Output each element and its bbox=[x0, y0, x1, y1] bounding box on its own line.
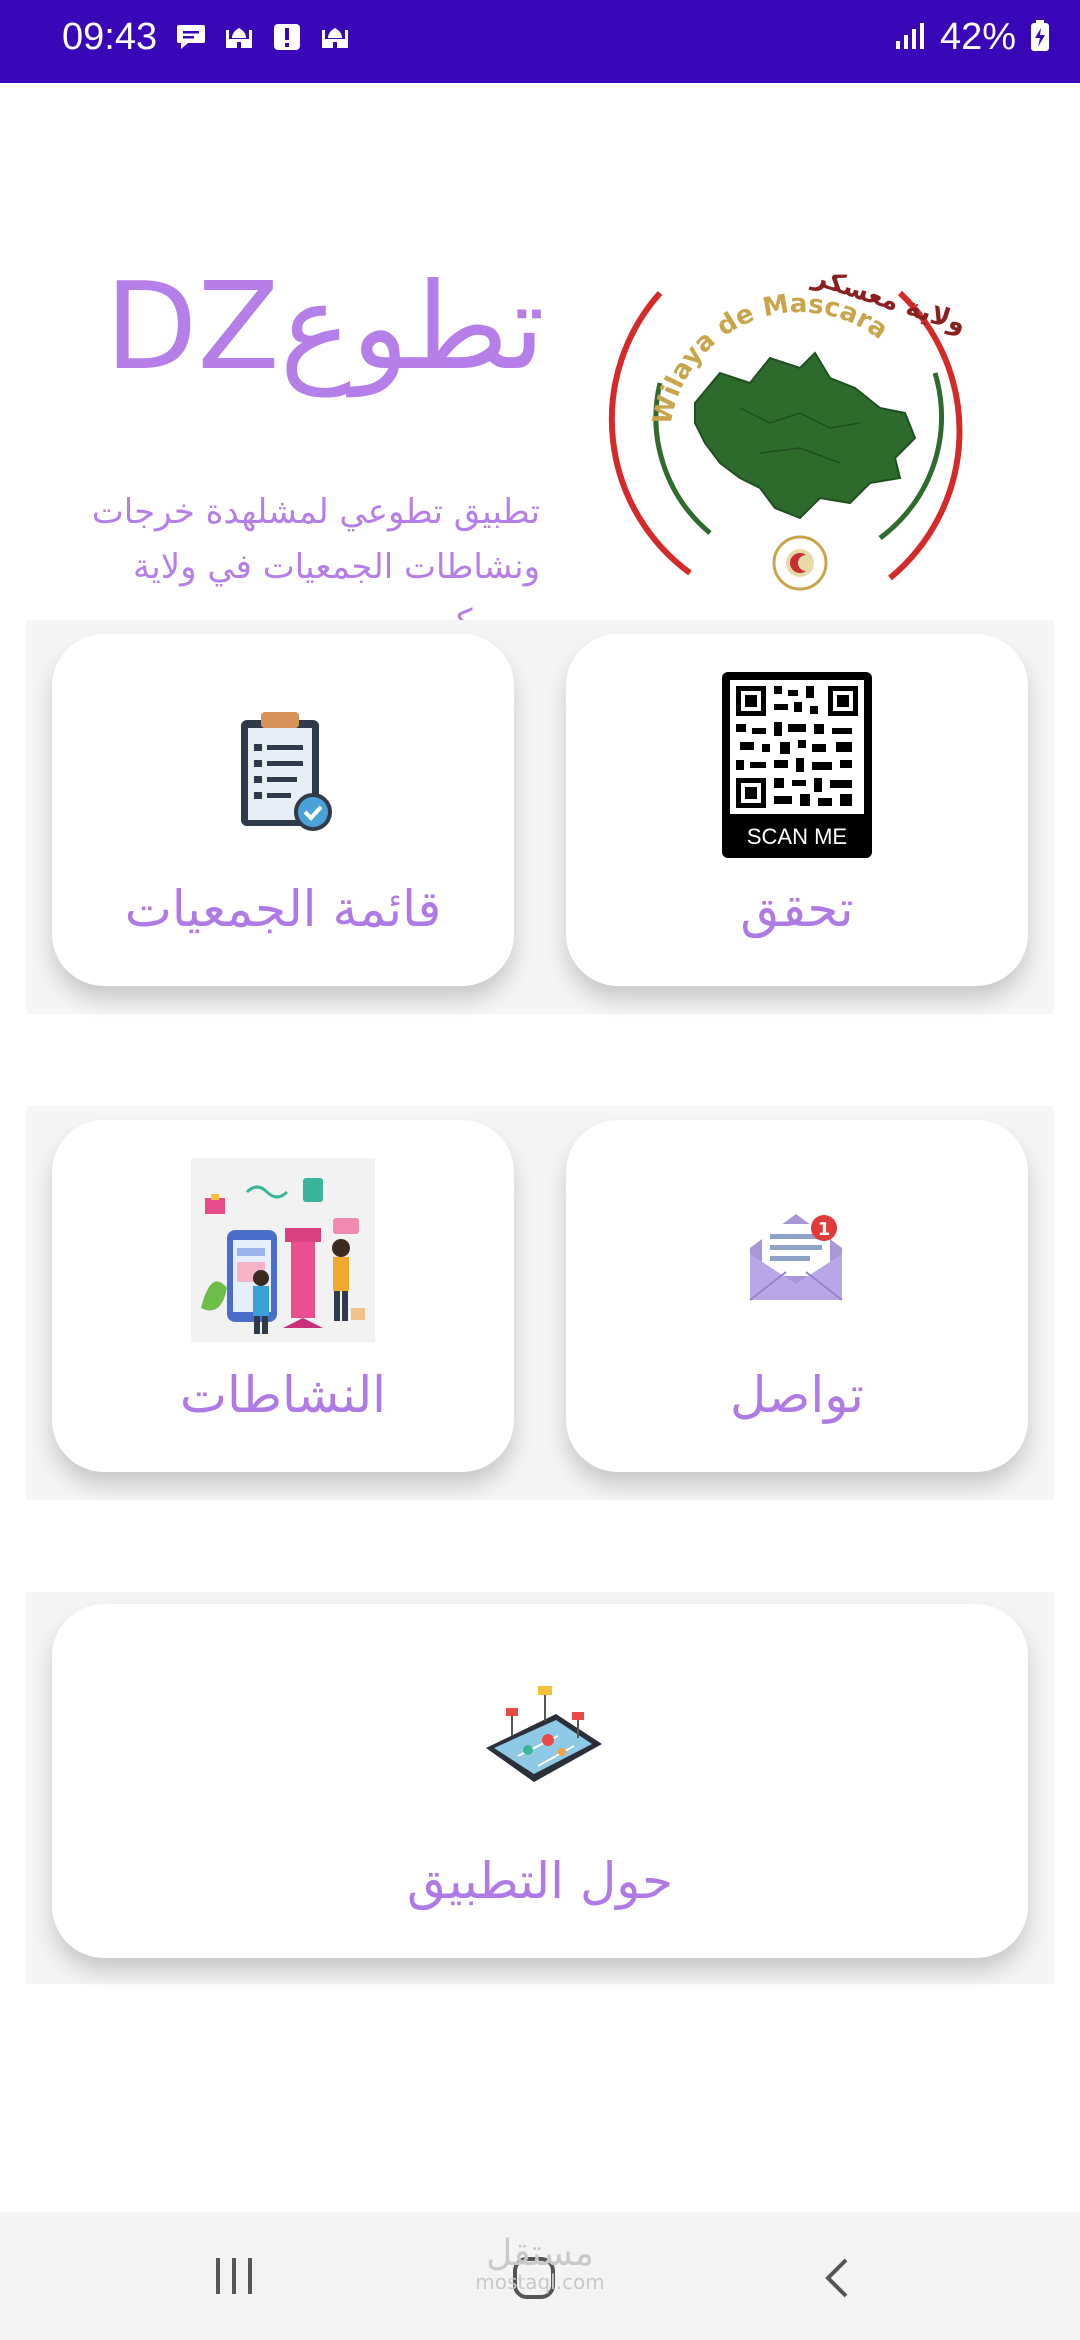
qr-code-icon: SCAN ME bbox=[722, 672, 872, 862]
activities-card[interactable]: النشاطات bbox=[52, 1120, 514, 1472]
verify-label: تحقق bbox=[740, 880, 854, 938]
app-title-arabic: تطوع bbox=[279, 258, 545, 397]
back-icon[interactable] bbox=[822, 2256, 852, 2304]
status-bar: 09:43 42% bbox=[0, 0, 1080, 83]
signal-icon bbox=[894, 21, 926, 55]
about-card[interactable]: حول التطبيق bbox=[52, 1604, 1028, 1958]
verify-card[interactable]: SCAN ME تحقق bbox=[566, 634, 1028, 986]
watermark-sub: mostaql.com bbox=[475, 2270, 605, 2294]
watermark-text: مستقل bbox=[486, 2233, 594, 2274]
mosque-icon bbox=[224, 22, 254, 52]
activities-label: النشاطات bbox=[179, 1366, 387, 1424]
recent-apps-icon[interactable] bbox=[214, 2256, 254, 2300]
associations-card[interactable]: قائمة الجمعيات bbox=[52, 634, 514, 986]
status-time: 09:43 bbox=[62, 16, 158, 58]
wilaya-logo: Wilaya de Mascara ولاية معسكر bbox=[600, 233, 990, 623]
mail-badge: 1 bbox=[818, 1219, 831, 1240]
app-title-dz: DZ bbox=[104, 258, 280, 397]
tablet-map-illustration-icon bbox=[478, 1678, 608, 1792]
app-header: DZتطوع تطبيق تطوعي لمشلهدة خرجات ونشاطات… bbox=[0, 83, 1080, 642]
chat-bubble-icon bbox=[176, 22, 206, 52]
mosque-icon bbox=[320, 22, 350, 52]
contact-label: تواصل bbox=[730, 1366, 864, 1424]
qr-caption: SCAN ME bbox=[747, 824, 847, 849]
activities-illustration-icon bbox=[191, 1158, 375, 1346]
alert-icon bbox=[272, 22, 302, 52]
menu-section-2: النشاطات 1 تواصل bbox=[26, 1106, 1054, 1500]
watermark: مستقل mostaql.com bbox=[470, 2233, 610, 2294]
system-icons: 42% bbox=[894, 16, 1050, 59]
clipboard-checklist-icon bbox=[237, 708, 333, 838]
about-label: حول التطبيق bbox=[406, 1852, 674, 1910]
menu-section-3: حول التطبيق bbox=[26, 1592, 1054, 1984]
mail-envelope-icon: 1 bbox=[746, 1198, 846, 1306]
menu-section-1: قائمة الجمعيات SCAN ME تحقق bbox=[26, 620, 1054, 1014]
associations-label: قائمة الجمعيات bbox=[124, 880, 442, 938]
battery-percent: 42% bbox=[939, 16, 1016, 58]
app-title: DZتطوع bbox=[105, 253, 545, 403]
notification-icons bbox=[176, 22, 350, 52]
battery-charging-icon bbox=[1030, 19, 1050, 56]
contact-card[interactable]: 1 تواصل bbox=[566, 1120, 1028, 1472]
